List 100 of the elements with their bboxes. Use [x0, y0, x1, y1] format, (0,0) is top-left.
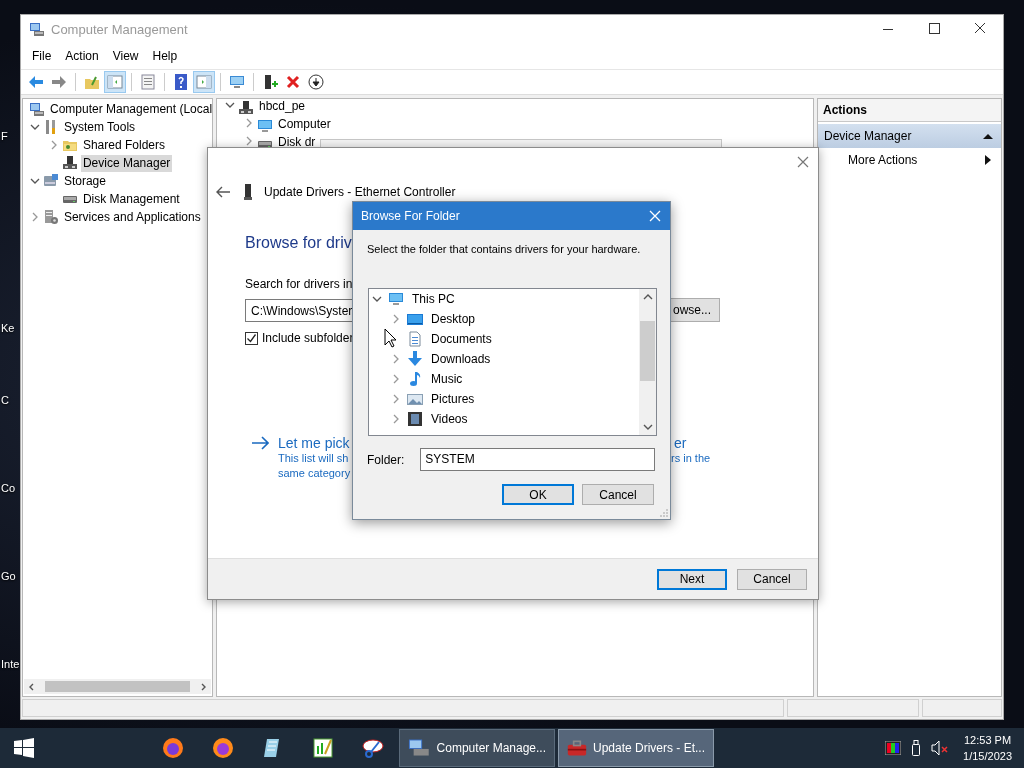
- tree-item[interactable]: Storage: [61, 172, 108, 190]
- tree-item[interactable]: Videos: [429, 410, 470, 428]
- expand-chevron-icon[interactable]: [244, 118, 254, 128]
- folder-path-field[interactable]: C:\Windows\Syster: [245, 298, 352, 322]
- usb-drive-icon[interactable]: [911, 740, 922, 756]
- folder-tree[interactable]: This PC Desktop Documents Downloads Music Pictures Videos: [368, 288, 657, 436]
- resize-grip-icon[interactable]: [660, 509, 668, 517]
- scroll-up-icon[interactable]: [642, 293, 653, 301]
- monitor-icon: [388, 291, 404, 307]
- scissors-icon[interactable]: [361, 736, 385, 760]
- submenu-arrow-icon: [985, 155, 991, 165]
- tree-item[interactable]: Shared Folders: [80, 136, 167, 154]
- computer-icon: [29, 101, 45, 117]
- clock-time: 12:53 PM: [964, 733, 1012, 748]
- desktop-icon: [407, 311, 423, 327]
- expand-chevron-icon[interactable]: [391, 414, 401, 424]
- expand-chevron-icon[interactable]: [391, 394, 401, 404]
- download-icon: [407, 351, 423, 367]
- computer-icon: [408, 738, 431, 758]
- collapse-chevron-icon[interactable]: [29, 176, 40, 186]
- spreadsheet-icon[interactable]: [311, 736, 335, 760]
- vertical-scrollbar[interactable]: [639, 289, 656, 435]
- services-icon: [42, 209, 59, 225]
- tree-item[interactable]: Music: [429, 370, 465, 388]
- menu-item[interactable]: Help: [145, 46, 185, 66]
- toolbar-button[interactable]: [305, 71, 327, 93]
- tree-item[interactable]: Device Manager: [80, 154, 173, 172]
- browser-icon[interactable]: [211, 736, 235, 760]
- computer-icon: [29, 21, 45, 37]
- tree-item[interactable]: Computer Management (Local: [48, 100, 212, 118]
- collapse-chevron-icon[interactable]: [372, 294, 382, 304]
- browse-button[interactable]: owse...: [671, 298, 720, 322]
- tree-item[interactable]: Desktop: [429, 310, 478, 328]
- tree-item[interactable]: Disk dr: [276, 136, 318, 148]
- dialog-button[interactable]: Cancel: [737, 568, 807, 590]
- dialog-button[interactable]: Next: [657, 568, 727, 590]
- taskbar-button[interactable]: Update Drivers - Et...: [558, 729, 714, 767]
- description-text: This list will sh: [278, 451, 349, 466]
- section-title: Device Manager: [824, 129, 912, 143]
- back-arrow-icon: [28, 74, 44, 90]
- start-button[interactable]: [14, 738, 34, 758]
- clock[interactable]: 12:53 PM 1/15/2023: [963, 732, 1012, 764]
- tree-item[interactable]: This PC: [410, 290, 457, 308]
- tree-item[interactable]: Pictures: [429, 390, 477, 408]
- menu-item[interactable]: View: [105, 46, 146, 66]
- tree-item[interactable]: Downloads: [429, 350, 493, 368]
- tree-item[interactable]: Documents: [429, 330, 494, 348]
- download-icon: [308, 74, 324, 90]
- window-title: Computer Management: [51, 21, 188, 37]
- field-label: Folder:: [367, 452, 405, 467]
- tree-item[interactable]: System Tools: [61, 118, 138, 136]
- dialog-prompt: Select the folder that contains drivers for your hardware.: [366, 242, 642, 255]
- folder-name-field[interactable]: SYSTEM: [420, 448, 656, 471]
- actions-section-header[interactable]: Device Manager: [818, 124, 1001, 148]
- tree-item[interactable]: hbcd_pe: [257, 100, 308, 112]
- delete-icon: [285, 74, 301, 90]
- desktop-icon-label[interactable]: Ke: [1, 322, 15, 334]
- expand-chevron-icon[interactable]: [391, 374, 401, 384]
- more-actions-item[interactable]: More Actions: [818, 148, 1001, 172]
- dialog-title: Browse For Folder: [361, 209, 460, 223]
- collapse-chevron-icon[interactable]: [29, 122, 40, 132]
- desktop-icon-label[interactable]: F: [1, 130, 8, 142]
- browser-icon[interactable]: [161, 736, 185, 760]
- desktop-icon-label[interactable]: Go: [1, 570, 16, 582]
- checkbox-label: Include subfolder: [262, 331, 354, 345]
- back-arrow-icon[interactable]: [216, 186, 230, 198]
- checkbox[interactable]: [245, 331, 258, 345]
- document-icon: [407, 331, 423, 347]
- dialog-button[interactable]: Cancel: [582, 484, 654, 505]
- collapse-chevron-icon[interactable]: [225, 100, 235, 110]
- dialog-button[interactable]: OK: [502, 484, 574, 505]
- expand-chevron-icon[interactable]: [391, 314, 401, 324]
- link[interactable]: er: [674, 435, 687, 451]
- show-tree-icon: [107, 74, 123, 90]
- tree-item[interactable]: Disk Management: [80, 190, 182, 208]
- scroll-down-icon[interactable]: [642, 423, 653, 431]
- link[interactable]: Let me pick: [278, 435, 350, 451]
- collapse-arrow-icon[interactable]: [983, 132, 993, 140]
- taskbar-button[interactable]: Computer Manage...: [399, 729, 555, 767]
- clock-date: 1/15/2023: [963, 749, 1012, 764]
- horizontal-scrollbar[interactable]: [24, 679, 211, 694]
- display-icon[interactable]: [885, 741, 902, 755]
- mouse-pointer-icon: [384, 328, 397, 348]
- close-button[interactable]: [797, 156, 809, 168]
- menu-item[interactable]: File: [25, 46, 59, 66]
- arrow-right-icon: [251, 436, 269, 450]
- speaker-muted-icon[interactable]: [931, 740, 950, 756]
- description-text: same category: [278, 466, 351, 481]
- expand-chevron-icon[interactable]: [391, 354, 401, 364]
- actions-header: Actions: [818, 99, 1001, 122]
- desktop-icon-label[interactable]: C: [1, 394, 9, 406]
- menu-item[interactable]: Action: [58, 46, 106, 66]
- picture-icon: [407, 391, 423, 407]
- desktop-icon-label[interactable]: Inte: [1, 658, 20, 670]
- expand-chevron-icon[interactable]: [244, 136, 254, 146]
- description-text: rs in the: [671, 451, 711, 466]
- tree-item[interactable]: Computer: [276, 118, 333, 130]
- desktop-icon-label[interactable]: Co: [1, 482, 16, 494]
- toolbox-icon: [567, 738, 587, 758]
- tree-item[interactable]: Services and Applications: [61, 208, 203, 226]
